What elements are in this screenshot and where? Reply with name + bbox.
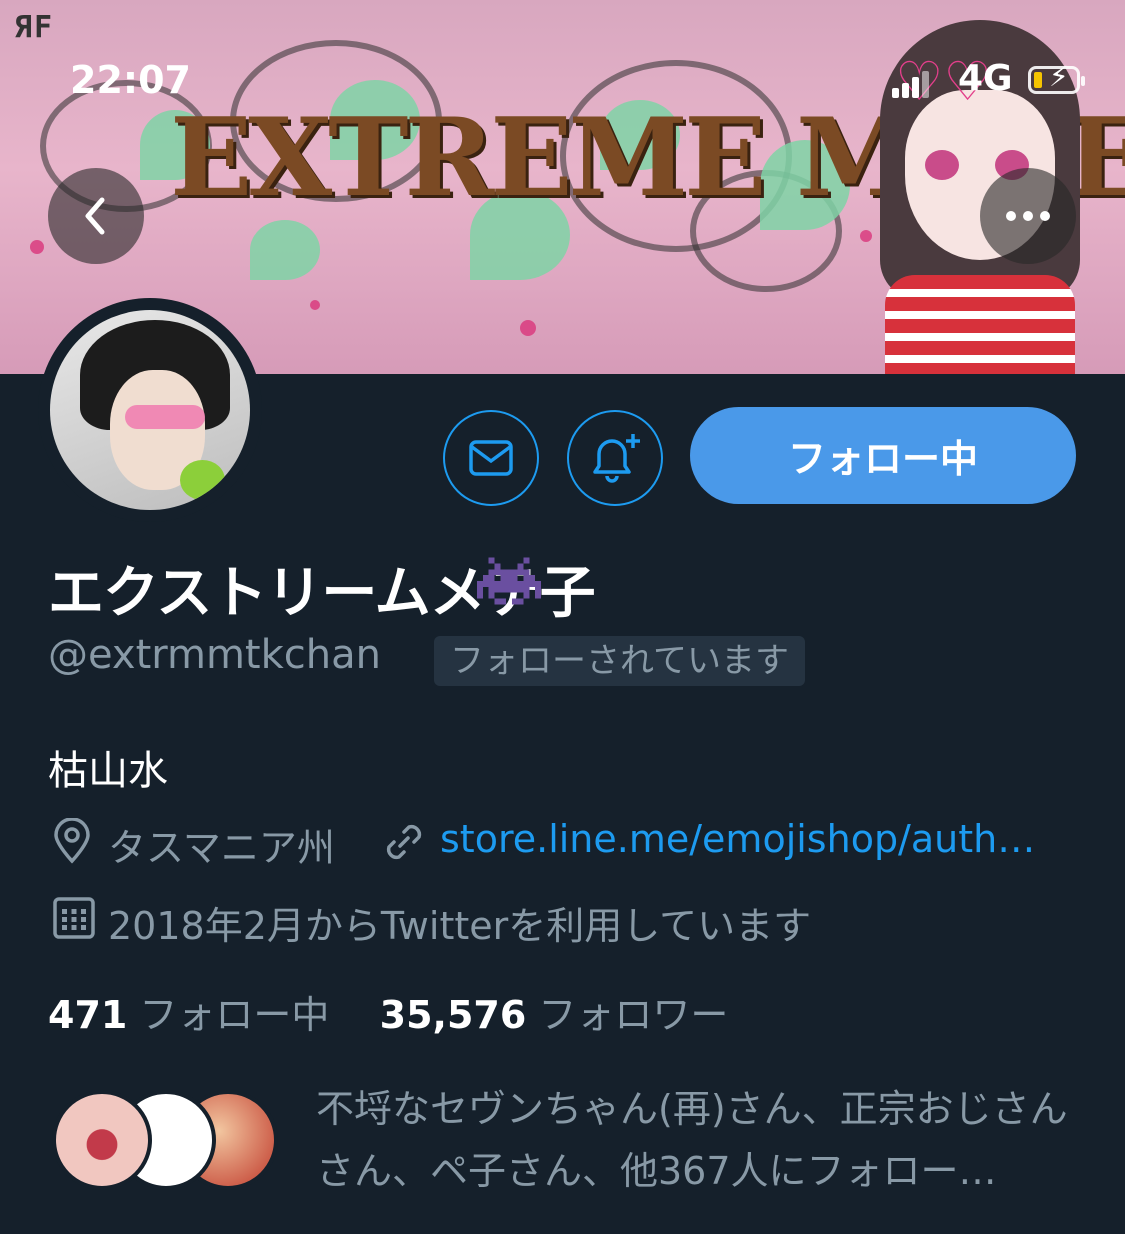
calendar-icon bbox=[53, 897, 95, 939]
banner-splat bbox=[520, 320, 536, 336]
network-type: 4G bbox=[958, 58, 1013, 99]
followed-by-text[interactable]: 不埒なセヴンちゃん(再)さん、正宗おじさんさん、ペ子さん、他367人にフォロー… bbox=[316, 1078, 1076, 1202]
followers-link[interactable]: 35,576 フォロワー bbox=[380, 993, 729, 1037]
profile-location: タスマニア州 bbox=[108, 826, 335, 870]
back-button[interactable] bbox=[48, 168, 144, 264]
message-button[interactable] bbox=[443, 410, 539, 506]
profile-avatar[interactable] bbox=[38, 298, 262, 522]
banner-logo: ЯF bbox=[14, 10, 55, 45]
link-icon bbox=[386, 824, 422, 860]
follower-avatar bbox=[52, 1090, 152, 1190]
more-icon bbox=[1006, 211, 1050, 221]
profile-handle: @extrmmtkchan bbox=[48, 632, 381, 678]
follow-counts: 471 フォロー中 35,576 フォロワー bbox=[48, 984, 728, 1039]
banner-character-shirt bbox=[885, 275, 1075, 374]
banner-splat bbox=[310, 300, 320, 310]
location-icon bbox=[54, 818, 90, 864]
alien-monster-icon bbox=[477, 557, 541, 605]
banner-character-eye bbox=[925, 150, 959, 180]
mail-icon bbox=[469, 440, 513, 476]
battery-icon: ⚡ bbox=[1028, 63, 1085, 94]
followers-count: 35,576 bbox=[379, 993, 527, 1037]
banner-splat bbox=[860, 230, 872, 242]
bell-plus-icon bbox=[593, 434, 640, 483]
profile-website-link[interactable]: store.line.me/emojishop/auth… bbox=[440, 817, 1035, 861]
banner-leaf bbox=[250, 220, 320, 280]
profile-bio: 枯山水 bbox=[48, 748, 168, 794]
more-button[interactable] bbox=[980, 168, 1076, 264]
profile-join-date: 2018年2月からTwitterを利用しています bbox=[108, 904, 812, 948]
status-time: 22:07 bbox=[70, 58, 191, 102]
following-count: 471 bbox=[48, 993, 128, 1037]
back-icon bbox=[85, 197, 105, 235]
banner-splat bbox=[30, 240, 44, 254]
follows-you-badge: フォローされています bbox=[434, 636, 805, 686]
notifications-button[interactable] bbox=[567, 410, 663, 506]
followers-label: フォロワー bbox=[538, 993, 729, 1037]
following-label: フォロー中 bbox=[139, 993, 330, 1037]
following-link[interactable]: 471 フォロー中 bbox=[48, 993, 342, 1037]
following-button[interactable]: フォロー中 bbox=[690, 407, 1076, 504]
signal-icon bbox=[892, 70, 932, 98]
